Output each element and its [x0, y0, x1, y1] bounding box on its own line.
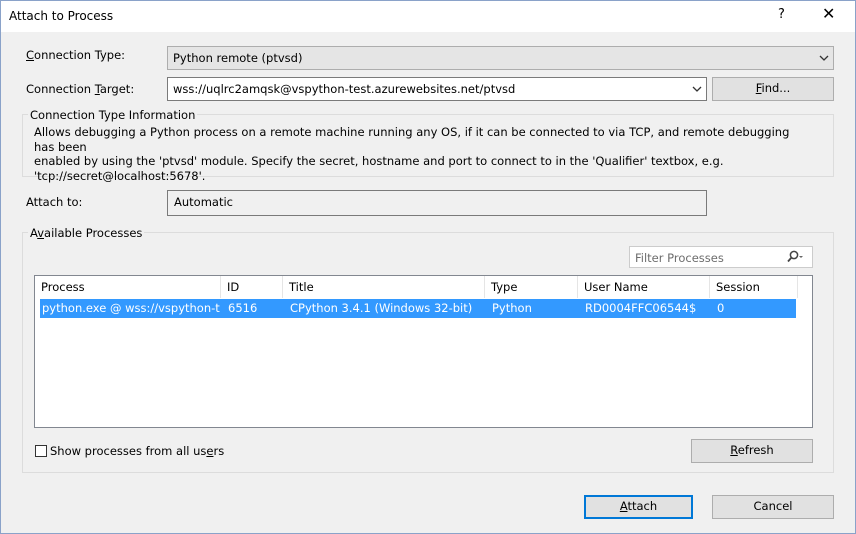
show-all-users-label[interactable]: Show processes from all users: [50, 444, 224, 458]
title-bar: Attach to Process ? ✕: [1, 1, 855, 32]
available-processes-legend: Available Processes: [28, 226, 145, 240]
column-header-id[interactable]: ID: [221, 276, 283, 298]
connection-target-value: wss://uqlrc2amqsk@vspython-test.azureweb…: [173, 82, 516, 96]
column-header-process[interactable]: Process: [35, 276, 221, 298]
table-row[interactable]: python.exe @ wss://vspython-t... 6516 CP…: [40, 299, 796, 318]
find-button[interactable]: Find...: [712, 77, 834, 101]
connection-info-legend: Connection Type Information: [28, 108, 198, 122]
attach-to-field[interactable]: Automatic: [167, 190, 707, 216]
cell-id: 6516: [228, 301, 258, 315]
cell-process: python.exe @ wss://vspython-t...: [42, 301, 220, 315]
attach-to-process-dialog: Attach to Process ? ✕ Connection Type: P…: [0, 0, 856, 534]
cell-user-name: RD0004FFC06544$: [585, 301, 697, 315]
chevron-down-icon[interactable]: [692, 79, 702, 102]
cell-title: CPython 3.4.1 (Windows 32-bit): [290, 301, 473, 315]
find-button-label: Find...: [755, 81, 791, 95]
show-all-users-checkbox[interactable]: [35, 445, 47, 457]
search-icon[interactable]: [786, 249, 804, 269]
attach-to-value: Automatic: [174, 195, 233, 209]
cell-session: 0: [717, 301, 725, 315]
connection-target-input[interactable]: wss://uqlrc2amqsk@vspython-test.azureweb…: [167, 77, 707, 101]
chevron-down-icon: [819, 48, 829, 71]
connection-info-line-3: 'tcp://secret@localhost:5678'.: [34, 168, 206, 183]
filter-placeholder: Filter Processes: [635, 251, 724, 265]
process-list[interactable]: Process ID Title Type User Name Session …: [34, 275, 813, 428]
cancel-button[interactable]: Cancel: [712, 495, 834, 519]
column-header-session[interactable]: Session: [710, 276, 798, 298]
connection-type-select[interactable]: Python remote (ptvsd): [167, 46, 834, 70]
connection-info-text: Allows debugging a Python process on a r…: [34, 125, 804, 183]
cell-type: Python: [492, 301, 532, 315]
column-header-user-name[interactable]: User Name: [578, 276, 710, 298]
cancel-button-label: Cancel: [753, 499, 793, 513]
connection-info-line-2: enabled by using the 'ptvsd' module. Spe…: [34, 154, 724, 168]
window-title: Attach to Process: [9, 9, 114, 23]
connection-info-line-1: Allows debugging a Python process on a r…: [34, 125, 790, 154]
connection-type-label: Connection Type:: [26, 48, 126, 62]
column-header-type[interactable]: Type: [485, 276, 578, 298]
refresh-button[interactable]: Refresh: [691, 439, 813, 463]
filter-processes-input[interactable]: Filter Processes: [629, 246, 813, 268]
close-button[interactable]: ✕: [822, 4, 835, 23]
attach-button[interactable]: Attach: [584, 495, 693, 519]
attach-to-label: Attach to:: [26, 195, 83, 209]
help-button[interactable]: ?: [778, 7, 785, 22]
connection-type-value: Python remote (ptvsd): [173, 51, 303, 65]
column-header-title[interactable]: Title: [283, 276, 485, 298]
connection-target-label: Connection Target:: [26, 82, 135, 96]
